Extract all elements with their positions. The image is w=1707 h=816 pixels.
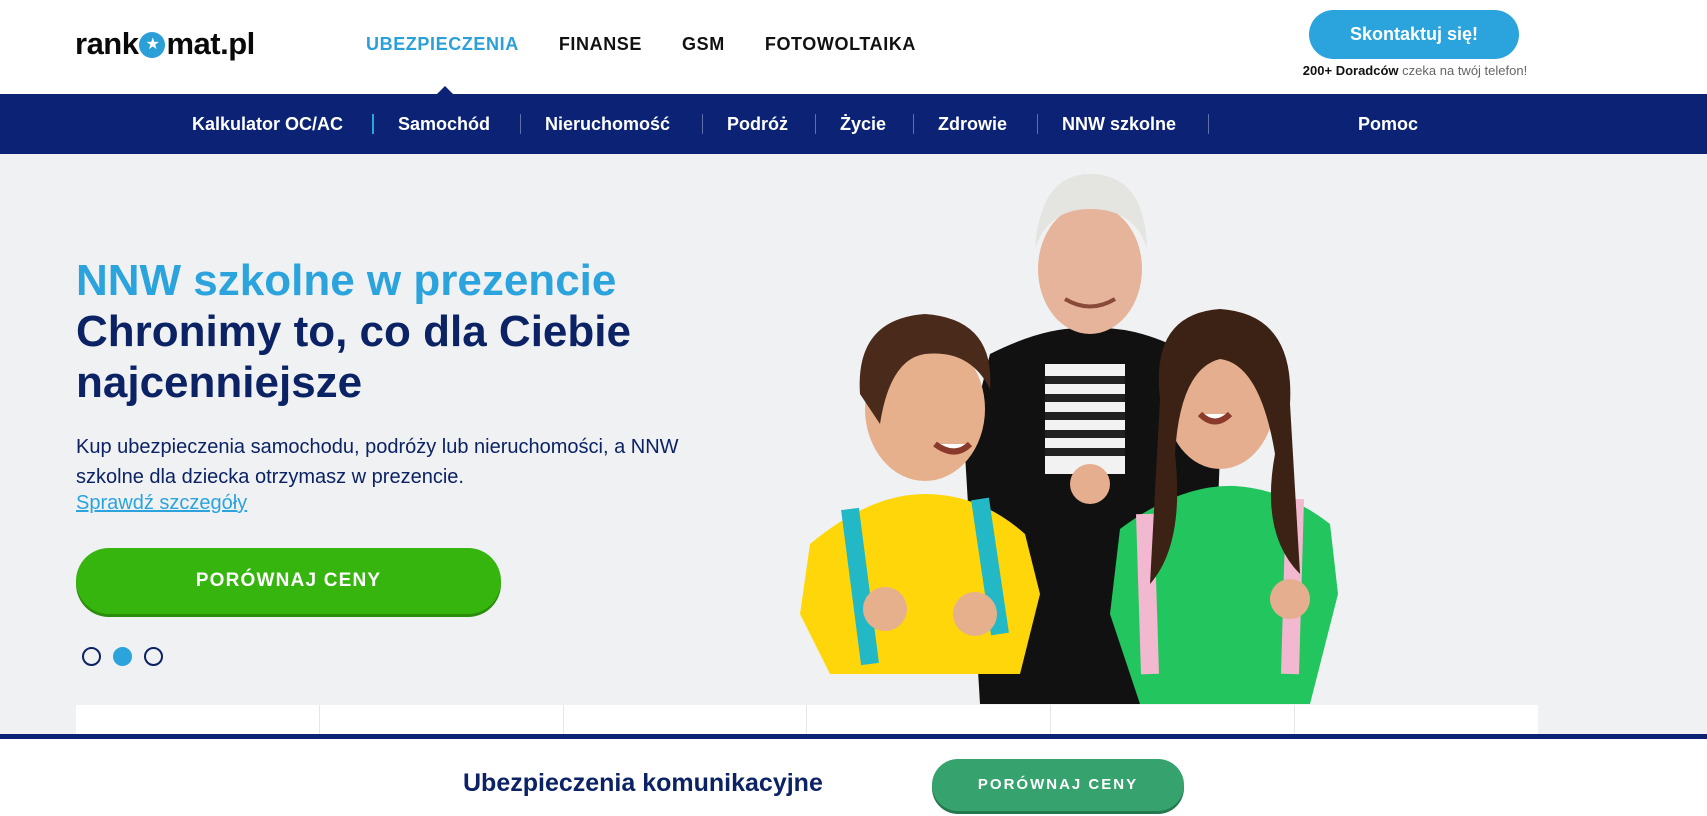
advisors-count: 200+ Doradców [1302, 63, 1399, 78]
subnav-item-samochod[interactable]: Samochód [398, 94, 490, 154]
sticky-compare-button[interactable]: PORÓWNAJ CENY [932, 759, 1184, 811]
subnav-separator [372, 114, 374, 134]
subnav-item-podroz[interactable]: Podróż [727, 94, 788, 154]
subnav-item-zycie[interactable]: Życie [840, 94, 886, 154]
subnav-separator [815, 114, 816, 134]
sticky-title: Ubezpieczenia komunikacyjne [463, 769, 823, 797]
slider-dot[interactable] [144, 647, 163, 666]
subnav-item-pomoc[interactable]: Pomoc [1358, 94, 1418, 154]
subnav-item-nnw-szkolne[interactable]: NNW szkolne [1062, 94, 1176, 154]
hero-slider: NNW szkolne w prezencie Chronimy to, co … [0, 154, 1707, 734]
star-icon: ★ [139, 32, 166, 58]
site-header: rank ★ mat.pl UBEZPIECZENIA FINANSE GSM FO… [0, 0, 1707, 95]
subnav-separator [702, 114, 703, 134]
slider-dot[interactable] [82, 647, 101, 666]
contact-button[interactable]: Skontaktuj się! [1309, 10, 1519, 59]
logo-text-left: rank [75, 26, 139, 61]
nav-fotowoltaika[interactable]: FOTOWOLTAIKA [765, 34, 916, 55]
advisors-note: 200+ Doradców czeka na twój telefon! [1280, 63, 1550, 78]
subnav-separator [1208, 114, 1209, 134]
nav-gsm[interactable]: GSM [682, 34, 725, 55]
product-card[interactable] [320, 705, 564, 734]
subnav-item-zdrowie[interactable]: Zdrowie [938, 94, 1007, 154]
product-card[interactable] [807, 705, 1052, 734]
slider-dots [82, 647, 163, 666]
subnav-separator [913, 114, 914, 134]
hero-title-line2: Chronimy to, co dla Ciebie [76, 307, 631, 356]
nav-finanse[interactable]: FINANSE [559, 34, 642, 55]
sticky-cta-bar: Ubezpieczenia komunikacyjne PORÓWNAJ CEN… [0, 734, 1707, 816]
logo[interactable]: rank ★ mat.pl [75, 26, 255, 62]
nav-ubezpieczenia[interactable]: UBEZPIECZENIA [366, 34, 519, 55]
sub-nav: Kalkulator OC/AC Samochód Nieruchomość P… [0, 94, 1707, 154]
compare-prices-button[interactable]: PORÓWNAJ CENY [76, 548, 501, 614]
product-card[interactable] [1051, 705, 1296, 734]
hero-description: Kup ubezpieczenia samochodu, podróży lub… [76, 436, 679, 488]
details-link[interactable]: Sprawdź szczegóły [76, 492, 247, 515]
child-left-shirt [800, 494, 1040, 674]
striped-shirt [1045, 364, 1125, 474]
hero-title-line3: najcenniejsze [76, 358, 363, 407]
advisors-text: czeka na twój telefon! [1402, 63, 1528, 78]
adult-face [1038, 204, 1142, 334]
main-nav: UBEZPIECZENIA FINANSE GSM FOTOWOLTAIKA [366, 34, 916, 55]
product-cards-strip [76, 705, 1538, 734]
hero-title-line1: NNW szkolne w prezencie [76, 256, 617, 305]
logo-text-right: mat.pl [166, 26, 255, 61]
subnav-separator [520, 114, 521, 134]
subnav-item-kalkulator[interactable]: Kalkulator OC/AC [192, 94, 343, 154]
product-card[interactable] [76, 705, 320, 734]
subnav-item-nieruchomosc[interactable]: Nieruchomość [545, 94, 670, 154]
product-card[interactable] [1295, 705, 1538, 734]
slider-dot-active[interactable] [113, 647, 132, 666]
subnav-separator [1037, 114, 1038, 134]
product-card[interactable] [564, 705, 808, 734]
hero-title: NNW szkolne w prezencie Chronimy to, co … [76, 255, 716, 408]
hero-family-image [800, 174, 1338, 704]
